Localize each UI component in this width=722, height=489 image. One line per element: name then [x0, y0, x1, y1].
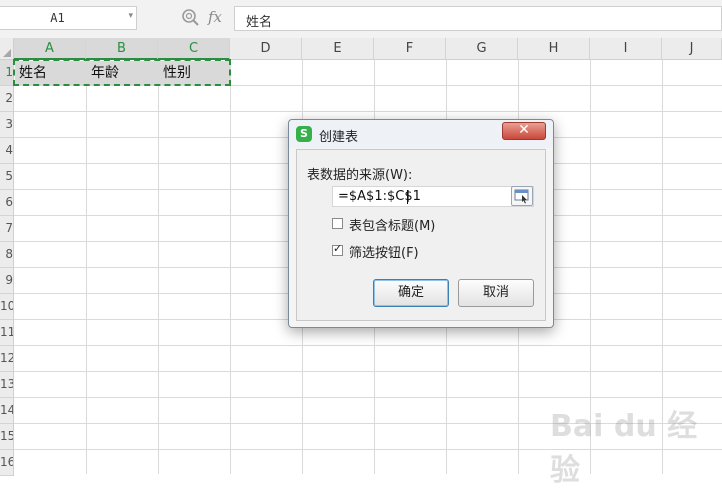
- row-header-12[interactable]: 12: [0, 346, 14, 372]
- grid-line: [14, 111, 722, 112]
- formula-value: 姓名: [246, 15, 273, 30]
- close-icon: ✕: [518, 122, 530, 138]
- formula-input[interactable]: 姓名: [234, 6, 722, 31]
- row-header-2[interactable]: 2: [0, 86, 14, 112]
- close-button[interactable]: ✕: [502, 122, 546, 140]
- row-header-6[interactable]: 6: [0, 190, 14, 216]
- name-box[interactable]: A1 ▾: [0, 6, 137, 30]
- zoom-icon[interactable]: [181, 8, 201, 28]
- column-header-h[interactable]: H: [518, 38, 590, 60]
- filter-checkbox-label[interactable]: 筛选按钮(F): [349, 242, 419, 261]
- column-header-a[interactable]: A: [14, 38, 86, 60]
- range-input[interactable]: =$A$1:$C$1: [332, 186, 534, 207]
- row-header-10[interactable]: 10: [0, 294, 14, 320]
- header-checkbox[interactable]: [332, 218, 343, 229]
- cancel-button[interactable]: 取消: [458, 279, 534, 307]
- chevron-down-icon[interactable]: ▾: [128, 11, 133, 21]
- row-header-11[interactable]: 11: [0, 320, 14, 346]
- grid-line: [14, 371, 722, 372]
- fx-icon[interactable]: fx: [208, 8, 222, 26]
- ok-button[interactable]: 确定: [373, 279, 449, 307]
- column-header-g[interactable]: G: [446, 38, 518, 60]
- row-header-8[interactable]: 8: [0, 242, 14, 268]
- row-header-5[interactable]: 5: [0, 164, 14, 190]
- selection-marquee: [13, 59, 231, 86]
- row-header-7[interactable]: 7: [0, 216, 14, 242]
- column-header-f[interactable]: F: [374, 38, 446, 60]
- name-box-value: A1: [50, 11, 65, 25]
- column-header-e[interactable]: E: [302, 38, 374, 60]
- create-table-dialog: S 创建表 ✕ 表数据的来源(W): =$A$1:$C$1 表包含标题(M) 筛…: [288, 119, 554, 328]
- dialog-title-bar[interactable]: S 创建表 ✕: [289, 120, 553, 148]
- column-header-i[interactable]: I: [590, 38, 662, 60]
- source-label: 表数据的来源(W):: [307, 168, 413, 183]
- range-picker-icon: [514, 189, 529, 204]
- grid-line: [14, 345, 722, 346]
- dialog-title: 创建表: [319, 130, 359, 145]
- wps-app-icon: S: [296, 126, 312, 142]
- row-header-4[interactable]: 4: [0, 138, 14, 164]
- row-header-13[interactable]: 13: [0, 372, 14, 398]
- range-value: =$A$1:$C$1: [338, 189, 421, 204]
- select-all-corner[interactable]: [0, 38, 14, 60]
- text-caret: [407, 190, 408, 204]
- row-header-1[interactable]: 1: [0, 60, 14, 86]
- row-header-15[interactable]: 15: [0, 424, 14, 450]
- column-header-c[interactable]: C: [158, 38, 230, 60]
- filter-checkbox[interactable]: [332, 242, 343, 256]
- baidu-watermark: Bai du 经验: [550, 395, 716, 488]
- formula-bar: A1 ▾ fx 姓名: [0, 0, 722, 39]
- watermark-text: Bai du 经验: [550, 409, 698, 488]
- column-header-j[interactable]: J: [662, 38, 722, 60]
- row-header-3[interactable]: 3: [0, 112, 14, 138]
- row-header-9[interactable]: 9: [0, 268, 14, 294]
- row-header-14[interactable]: 14: [0, 398, 14, 424]
- column-header-b[interactable]: B: [86, 38, 158, 60]
- row-header-16[interactable]: 16: [0, 450, 14, 476]
- range-picker-button[interactable]: [511, 186, 533, 206]
- header-checkbox-label[interactable]: 表包含标题(M): [349, 215, 435, 234]
- column-header-d[interactable]: D: [230, 38, 302, 60]
